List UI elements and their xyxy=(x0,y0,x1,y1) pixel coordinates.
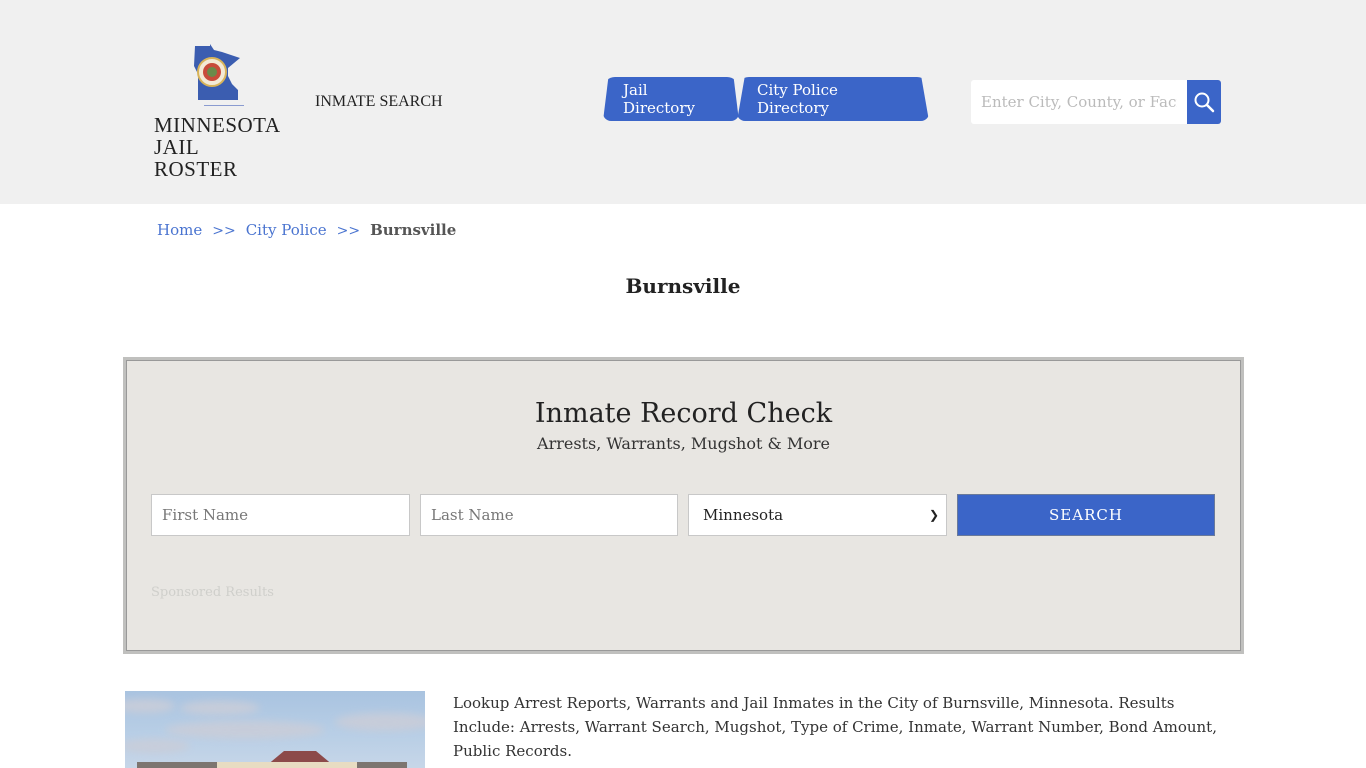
site-search-input[interactable] xyxy=(971,80,1187,124)
main-nav: Jail Directory City Police Directory xyxy=(603,77,929,121)
breadcrumb-current: Burnsville xyxy=(370,221,457,239)
logo-divider xyxy=(204,105,244,106)
first-name-input[interactable] xyxy=(151,494,410,536)
site-search xyxy=(971,80,1221,124)
record-check-subtitle: Arrests, Warrants, Mugshot & More xyxy=(537,434,830,453)
nav-city-police-directory[interactable]: City Police Directory xyxy=(737,77,929,121)
logo-text-line2: JAIL ROSTER xyxy=(154,135,238,181)
sponsored-results-label: Sponsored Results xyxy=(151,585,274,600)
inmate-search-link[interactable]: INMATE SEARCH xyxy=(315,93,443,111)
nav-jail-directory[interactable]: Jail Directory xyxy=(603,77,739,121)
state-select[interactable]: Minnesota ❯ xyxy=(688,494,947,536)
city-description: Lookup Arrest Reports, Warrants and Jail… xyxy=(453,694,1217,760)
inmate-record-check-panel: Inmate Record Check Arrests, Warrants, M… xyxy=(123,357,1244,654)
page-title: Burnsville xyxy=(625,274,741,298)
breadcrumb: Home >> City Police >> Burnsville xyxy=(157,221,456,239)
site-logo[interactable]: MINNESOTA JAIL ROSTER xyxy=(154,44,284,180)
minnesota-state-seal-icon xyxy=(194,44,240,100)
record-check-title: Inmate Record Check xyxy=(534,398,833,429)
site-search-button[interactable] xyxy=(1187,80,1221,124)
logo-text-line1: MINNESOTA xyxy=(154,113,281,137)
breadcrumb-separator: >> xyxy=(212,223,236,239)
breadcrumb-home[interactable]: Home xyxy=(157,221,202,239)
search-button[interactable]: SEARCH xyxy=(957,494,1215,536)
last-name-input[interactable] xyxy=(420,494,678,536)
breadcrumb-separator: >> xyxy=(336,223,361,239)
search-icon xyxy=(1194,92,1215,113)
breadcrumb-city-police[interactable]: City Police xyxy=(246,221,327,239)
city-building-photo xyxy=(125,691,425,768)
state-select-value[interactable]: Minnesota xyxy=(688,494,947,536)
site-header: MINNESOTA JAIL ROSTER INMATE SEARCH Jail… xyxy=(0,0,1366,204)
